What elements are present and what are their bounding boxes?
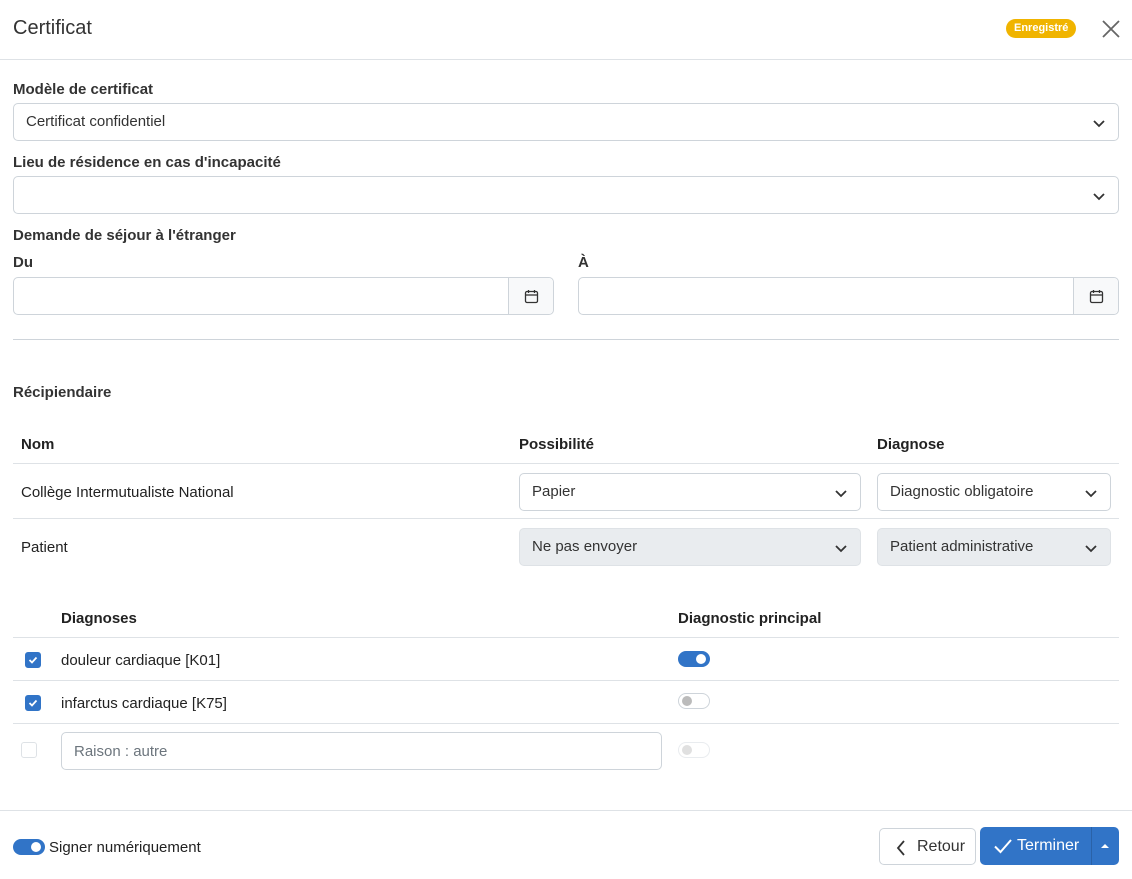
model-select-value: Certificat confidentiel bbox=[26, 113, 166, 130]
split-divider bbox=[1091, 827, 1092, 865]
from-date-input[interactable] bbox=[14, 278, 509, 314]
chevron-down-icon bbox=[1085, 490, 1097, 498]
row-divider bbox=[13, 463, 1119, 464]
back-button[interactable]: Retour bbox=[879, 828, 976, 865]
possibility-value: Papier bbox=[532, 483, 576, 500]
possibility-value: Ne pas envoyer bbox=[532, 538, 638, 555]
principal-toggle[interactable] bbox=[678, 651, 710, 667]
to-date-input[interactable] bbox=[579, 278, 1074, 314]
other-diagnosis-checkbox[interactable] bbox=[21, 742, 37, 758]
status-badge: Enregistré bbox=[1006, 19, 1077, 38]
chevron-down-icon bbox=[835, 490, 847, 498]
to-calendar-button[interactable] bbox=[1073, 278, 1118, 314]
from-calendar-button[interactable] bbox=[508, 278, 553, 314]
row-divider bbox=[13, 637, 1119, 638]
row-divider bbox=[13, 723, 1119, 724]
dialog-header: Certificat Enregistré bbox=[0, 0, 1132, 60]
chevron-left-icon bbox=[896, 840, 905, 856]
chevron-down-icon bbox=[1085, 545, 1097, 553]
to-label: À bbox=[578, 254, 589, 271]
finish-button[interactable]: Terminer bbox=[980, 827, 1119, 865]
column-header-diagnose: Diagnose bbox=[877, 436, 945, 453]
diagnosis-label: infarctus cardiaque [K75] bbox=[61, 695, 227, 712]
checkmark-icon bbox=[28, 699, 38, 707]
dialog-title: Certificat bbox=[13, 17, 92, 39]
recipient-name: Patient bbox=[21, 539, 68, 556]
column-header-name: Nom bbox=[21, 436, 55, 453]
from-label: Du bbox=[13, 254, 33, 271]
column-header-diagnoses: Diagnoses bbox=[61, 610, 137, 627]
from-date-group bbox=[13, 277, 554, 315]
residence-label: Lieu de résidence en cas d'incapacité bbox=[13, 154, 281, 171]
sign-toggle[interactable] bbox=[13, 839, 45, 855]
recipients-label: Récipiendaire bbox=[13, 384, 112, 401]
recipient-name: Collège Intermutualiste National bbox=[21, 484, 234, 501]
column-header-principal: Diagnostic principal bbox=[678, 610, 822, 627]
diagnose-select[interactable]: Diagnostic obligatoire bbox=[877, 473, 1111, 511]
row-divider bbox=[13, 518, 1119, 519]
diagnosis-checkbox[interactable] bbox=[25, 695, 41, 711]
chevron-down-icon bbox=[1093, 120, 1105, 128]
other-reason-input[interactable] bbox=[61, 732, 662, 770]
footer-divider bbox=[0, 810, 1132, 811]
finish-button-label: Terminer bbox=[1017, 837, 1080, 854]
caret-up-icon[interactable] bbox=[1100, 843, 1110, 849]
divider bbox=[13, 339, 1119, 340]
principal-toggle[interactable] bbox=[678, 693, 710, 709]
diagnosis-label: douleur cardiaque [K01] bbox=[61, 652, 221, 669]
diagnose-select[interactable]: Patient administrative bbox=[877, 528, 1111, 566]
principal-toggle[interactable] bbox=[678, 742, 710, 758]
model-select[interactable]: Certificat confidentiel bbox=[13, 103, 1119, 141]
calendar-icon bbox=[1089, 290, 1104, 304]
possibility-select[interactable]: Papier bbox=[519, 473, 861, 511]
chevron-down-icon bbox=[1093, 193, 1105, 201]
diagnosis-checkbox[interactable] bbox=[25, 652, 41, 668]
diagnose-value: Patient administrative bbox=[890, 538, 1034, 555]
column-header-possibility: Possibilité bbox=[519, 436, 595, 453]
stay-label: Demande de séjour à l'étranger bbox=[13, 227, 236, 244]
checkmark-icon bbox=[994, 839, 1012, 854]
to-date-group bbox=[578, 277, 1119, 315]
model-label: Modèle de certificat bbox=[13, 81, 154, 98]
diagnose-value: Diagnostic obligatoire bbox=[890, 483, 1034, 500]
sign-label: Signer numériquement bbox=[49, 839, 201, 856]
row-divider bbox=[13, 680, 1119, 681]
chevron-down-icon bbox=[835, 545, 847, 553]
residence-select[interactable] bbox=[13, 176, 1119, 214]
back-button-label: Retour bbox=[917, 838, 966, 855]
possibility-select[interactable]: Ne pas envoyer bbox=[519, 528, 861, 566]
calendar-icon bbox=[524, 290, 539, 304]
close-icon[interactable] bbox=[1100, 18, 1122, 40]
checkmark-icon bbox=[28, 656, 38, 664]
